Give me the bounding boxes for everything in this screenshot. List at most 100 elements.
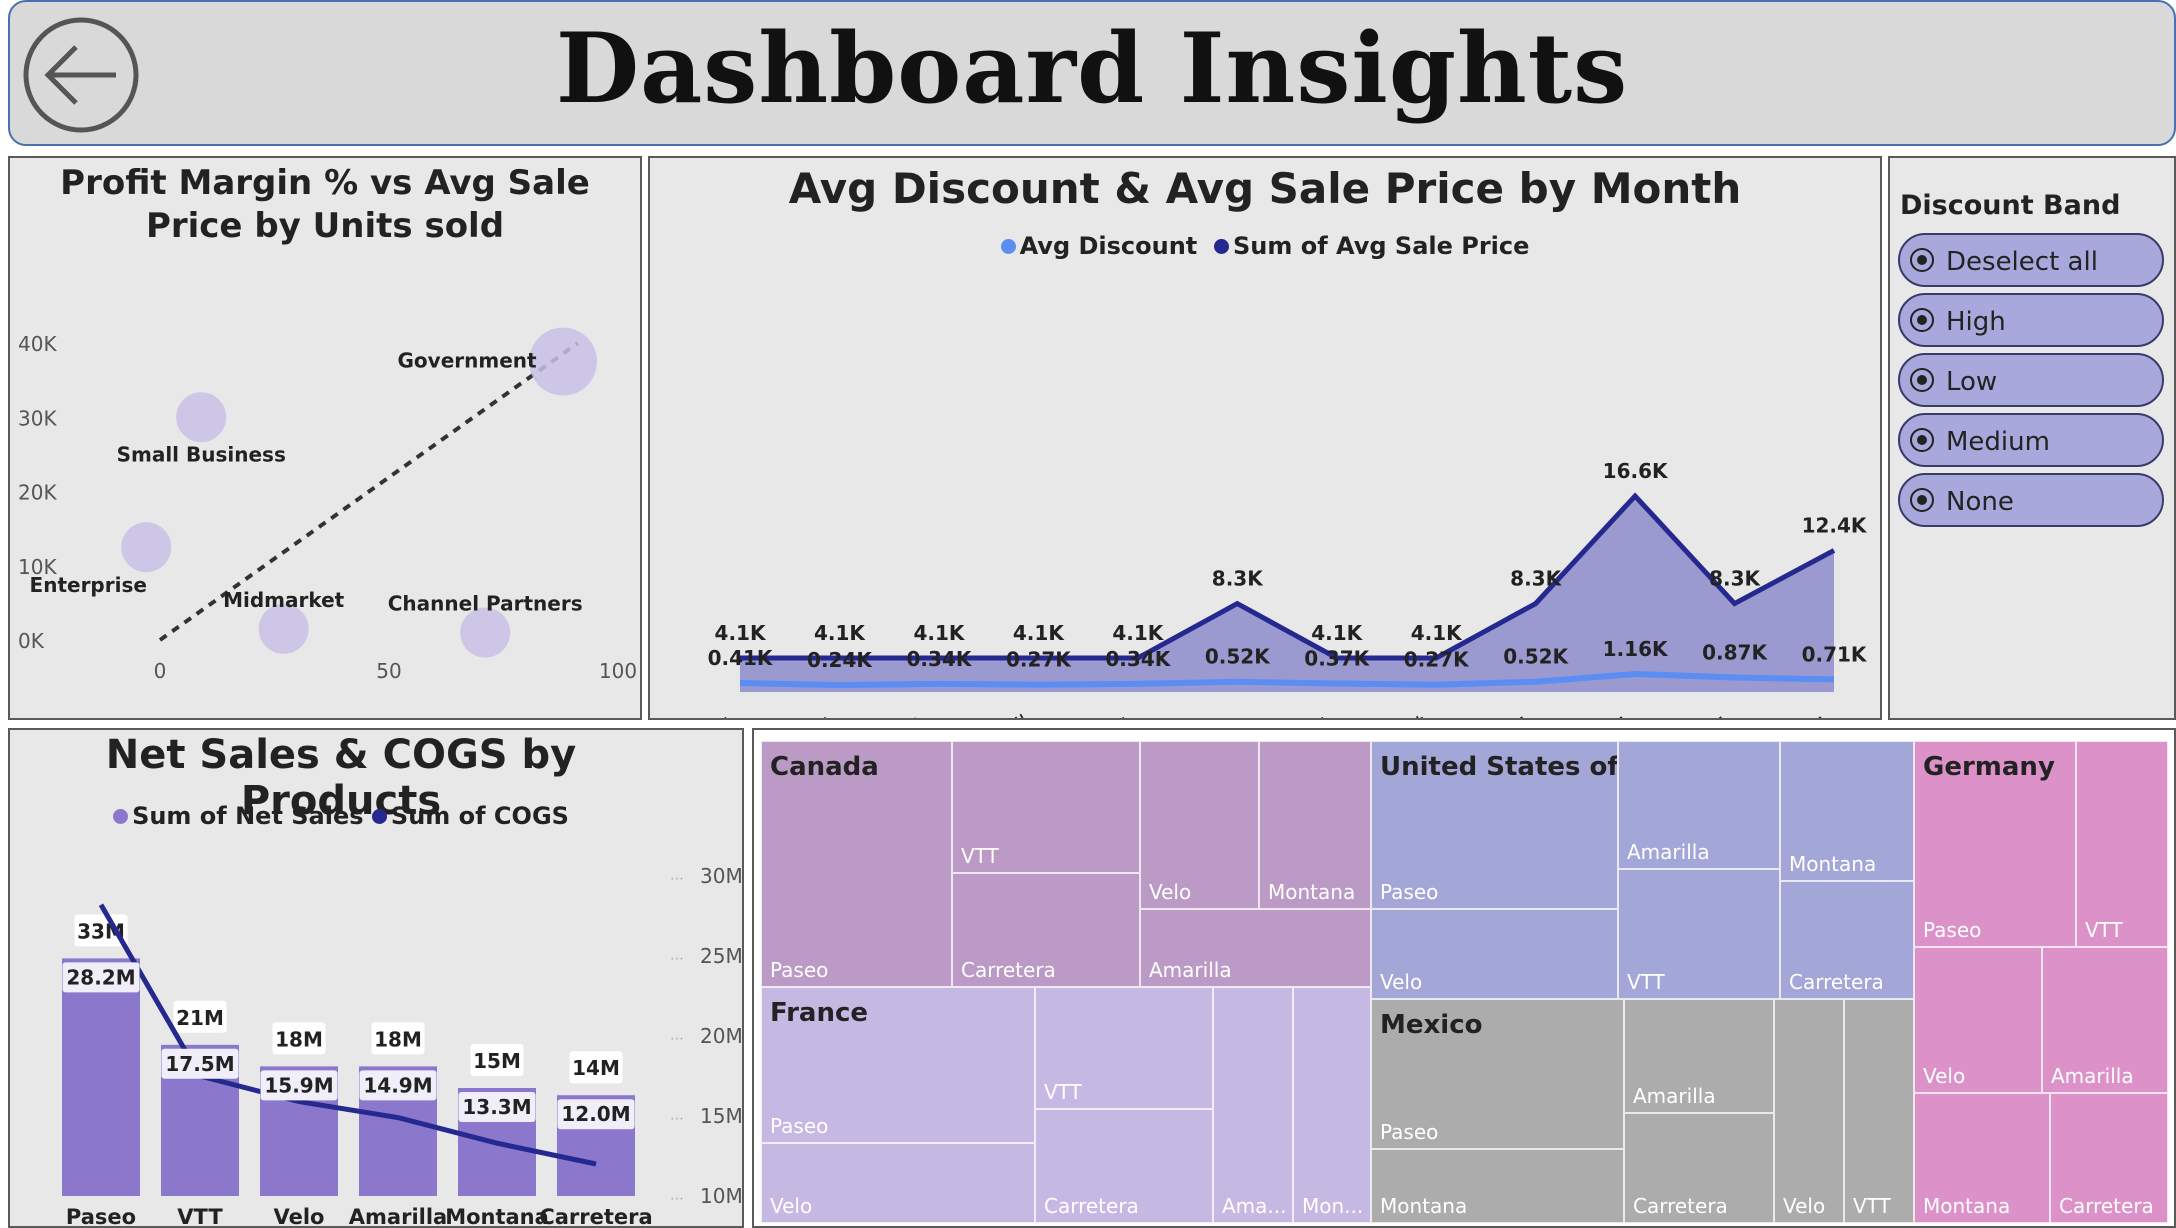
x-tick-label: 0 <box>154 659 167 683</box>
treemap-cell-germany-velo[interactable]: Velo <box>1914 947 2042 1093</box>
price-data-label: 16.6K <box>1603 459 1669 483</box>
month-axis-label: October <box>1548 709 1630 718</box>
discount-data-label: 0.27K <box>1404 648 1470 672</box>
legend-dot-icon <box>371 809 387 824</box>
legend-item-avg-sale-price: Sum of Avg Sale Price <box>1214 232 1529 260</box>
discount-data-label: 0.37K <box>1304 647 1370 671</box>
treemap-cell-usa-velo[interactable]: Velo <box>1371 909 1618 999</box>
treemap-cell-usa-paseo[interactable]: United States of AmericaPaseo <box>1371 741 1618 909</box>
treemap-cell-france-vtt[interactable]: VTT <box>1035 987 1213 1109</box>
slicer-item-high[interactable]: High <box>1898 293 2164 347</box>
price-data-label: 8.3K <box>1709 567 1761 591</box>
treemap-cell-canada-amarilla[interactable]: Amarilla <box>1140 909 1371 987</box>
treemap-cell-mexico-paseo[interactable]: Mexico Paseo <box>1371 999 1624 1149</box>
legend-item-avg-discount: Avg Discount <box>1000 232 1197 260</box>
slicer-item-none[interactable]: None <box>1898 473 2164 527</box>
treemap-country-label: Mexico <box>1380 1010 1483 1040</box>
treemap-country-label: Canada <box>770 752 879 782</box>
treemap-cell-mexico-amarilla[interactable]: Amarilla <box>1624 999 1774 1113</box>
y-tick-mark: ⋯ <box>670 871 684 887</box>
category-axis-label: VTT <box>177 1205 223 1226</box>
y-tick-mark: ⋯ <box>670 951 684 967</box>
discount-data-label: 0.24K <box>807 648 873 672</box>
month-axis-label: August <box>1358 709 1431 718</box>
discount-data-label: 1.16K <box>1603 637 1669 661</box>
scatter-point-government <box>529 327 598 396</box>
net-sales-data-label: 18M <box>275 1027 323 1051</box>
treemap-cell-germany-amarilla[interactable]: Amarilla <box>2042 947 2168 1093</box>
discount-data-label: 0.41K <box>708 646 774 670</box>
cogs-data-label: 14.9M <box>363 1073 432 1097</box>
month-axis-label: June <box>1180 710 1231 718</box>
net-sales-data-label: 15M <box>473 1049 521 1073</box>
treemap-cell-mexico-velo[interactable]: Velo <box>1774 999 1844 1223</box>
cogs-data-label: 12.0M <box>561 1102 630 1126</box>
discount-data-label: 0.27K <box>1006 648 1072 672</box>
treemap-cell-usa-amarilla[interactable]: Amarilla <box>1618 741 1780 869</box>
treemap-cell-france-amarilla[interactable]: Ama... <box>1213 987 1293 1223</box>
price-data-label: 4.1K <box>913 621 965 645</box>
net-sales-data-label: 21M <box>176 1006 224 1030</box>
page-title: Dashboard Insights <box>555 12 1629 125</box>
slicer-item-medium[interactable]: Medium <box>1898 413 2164 467</box>
treemap-cell-germany-carretera[interactable]: Carretera <box>2050 1093 2168 1223</box>
treemap-cell-canada-montana[interactable]: Montana <box>1259 741 1371 909</box>
scatter-panel: Profit Margin % vs Avg Sale Price by Uni… <box>8 156 642 720</box>
dashboard-header: Dashboard Insights <box>8 0 2176 146</box>
scatter-point-small-business <box>176 392 227 443</box>
treemap-cell-usa-carretera[interactable]: Carretera <box>1780 881 1914 999</box>
treemap-cell-germany-vtt[interactable]: VTT <box>2076 741 2168 947</box>
products-legend: Sum of Net Sales Sum of COGS <box>10 802 742 830</box>
month-axis-label: May <box>1084 709 1132 718</box>
y-tick-label: 40K <box>18 332 57 356</box>
net-sales-data-label: 18M <box>374 1027 422 1051</box>
scatter-label: Midmarket <box>223 588 345 612</box>
treemap-cell-usa-montana[interactable]: Montana <box>1780 741 1914 881</box>
products-chart: 30M⋯25M⋯20M⋯15M⋯10M⋯33MPaseo21MVTT18MVel… <box>62 864 742 1226</box>
products-panel: Net Sales & COGS by Products Sum of Net … <box>8 728 744 1228</box>
y-tick-mark: ⋯ <box>670 1111 684 1127</box>
x-tick-label: 50 <box>376 659 401 683</box>
monthly-legend: Avg Discount Sum of Avg Sale Price <box>650 232 1880 260</box>
x-tick-label: 100 <box>599 659 637 683</box>
treemap-cell-germany-paseo[interactable]: Germany Paseo <box>1914 741 2076 947</box>
scatter-label: Government <box>398 349 538 373</box>
treemap-country-label: United States of America <box>1380 752 1618 782</box>
treemap-cell-france-montana[interactable]: Mon... <box>1293 987 1371 1223</box>
treemap-cell-germany-montana[interactable]: Montana <box>1914 1093 2050 1223</box>
slicer-item-low[interactable]: Low <box>1898 353 2164 407</box>
radio-selected-icon <box>1910 488 1934 512</box>
treemap-cell-france-velo[interactable]: Velo <box>761 1143 1035 1223</box>
price-data-label: 8.3K <box>1212 567 1264 591</box>
treemap-cell-canada-vtt[interactable]: VTT <box>952 741 1140 873</box>
month-axis-label: March <box>869 710 934 718</box>
discount-data-label: 0.52K <box>1503 645 1569 669</box>
cogs-data-label: 15.9M <box>264 1073 333 1097</box>
scatter-label: Enterprise <box>30 573 147 597</box>
monthly-panel: Avg Discount & Avg Sale Price by Month A… <box>648 156 1882 720</box>
treemap-cell-canada-velo[interactable]: Velo <box>1140 741 1259 909</box>
price-data-label: 4.1K <box>1013 621 1065 645</box>
radio-selected-icon <box>1910 368 1934 392</box>
legend-dot-icon <box>1000 239 1016 254</box>
category-axis-label: Carretera <box>539 1205 652 1226</box>
treemap-cell-france-paseo[interactable]: France Paseo <box>761 987 1035 1143</box>
treemap-cell-mexico-vtt[interactable]: VTT <box>1844 999 1914 1223</box>
treemap-cell-mexico-montana[interactable]: Montana <box>1371 1149 1624 1223</box>
y-tick-label: 20K <box>18 481 57 505</box>
radio-selected-icon <box>1910 428 1934 452</box>
treemap-cell-canada-carretera[interactable]: Carretera <box>952 873 1140 987</box>
slicer-item-deselect-all[interactable]: Deselect all <box>1898 233 2164 287</box>
treemap-cell-mexico-carretera[interactable]: Carretera <box>1624 1113 1774 1223</box>
treemap-cell-usa-vtt[interactable]: VTT <box>1618 869 1780 999</box>
legend-item-net-sales: Sum of Net Sales <box>113 802 364 830</box>
y-tick-mark: ⋯ <box>670 1031 684 1047</box>
price-data-label: 8.3K <box>1510 567 1562 591</box>
radio-selected-icon <box>1910 308 1934 332</box>
category-axis-label: Montana <box>445 1205 549 1226</box>
treemap-cell-canada-paseo[interactable]: Canada Paseo <box>761 741 952 987</box>
treemap-cell-france-carretera[interactable]: Carretera <box>1035 1109 1213 1223</box>
radio-selected-icon <box>1910 248 1934 272</box>
y-tick-label: 10M <box>700 1184 742 1208</box>
legend-item-cogs: Sum of COGS <box>371 802 569 830</box>
